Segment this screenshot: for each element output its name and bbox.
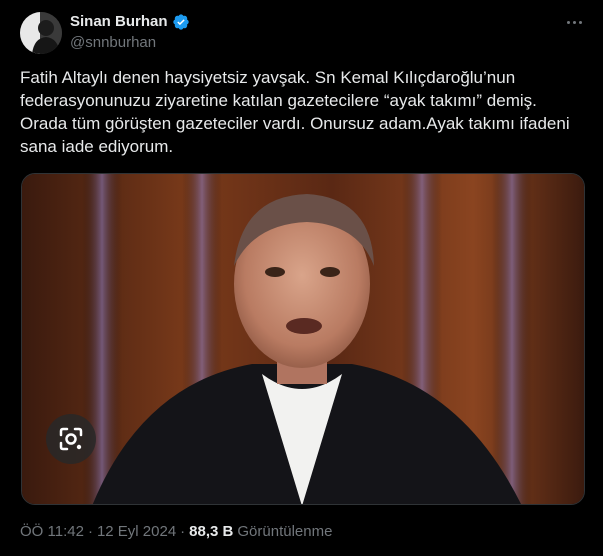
tweet: Sinan Burhan @snnburhan Fatih Altaylı de… [0,0,603,556]
tweet-text: Fatih Altaylı denen haysiyetsiz yavşak. … [20,68,570,156]
author-display-name[interactable]: Sinan Burhan [70,12,168,32]
tweet-metadata: ÖÖ 11:42 · 12 Eyl 2024 · 88,3 B Görüntül… [20,522,332,542]
more-options-icon[interactable] [559,12,589,32]
meta-separator: · [87,523,93,540]
tweet-time[interactable]: ÖÖ 11:42 [20,522,84,542]
views-count[interactable]: 88,3 B [189,522,233,542]
meta-separator: · [180,523,186,540]
google-lens-icon[interactable] [46,414,96,464]
views-label[interactable]: Görüntülenme [237,522,332,542]
avatar[interactable] [20,12,62,54]
author-handle[interactable]: @snnburhan [70,33,156,53]
tweet-media-image[interactable] [21,173,585,505]
author-name-row[interactable]: Sinan Burhan [70,12,190,32]
tweet-date[interactable]: 12 Eyl 2024 [97,522,176,542]
verified-badge-icon[interactable] [172,13,190,31]
